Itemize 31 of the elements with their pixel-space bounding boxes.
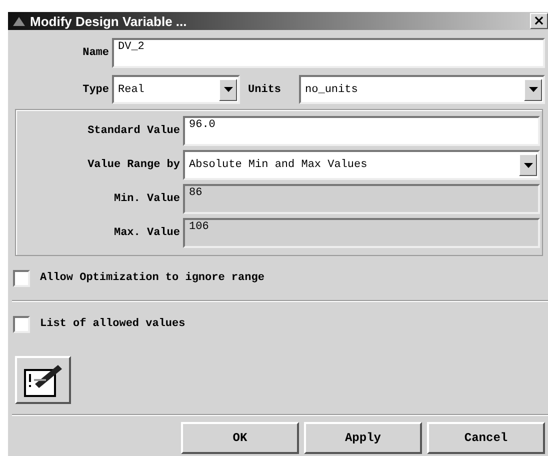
dropdown-arrow-icon (224, 87, 232, 92)
value-field[interactable]: 96.0 (183, 116, 540, 146)
edit-note-button[interactable] (15, 356, 71, 404)
field-label: Units (247, 84, 282, 96)
range-dropdown[interactable]: Absolute Min and Max Values (183, 150, 540, 180)
dropdown-arrow-icon (528, 87, 538, 92)
type-dropdown[interactable]: Real (112, 75, 240, 104)
app-icon (12, 15, 26, 27)
field-label: Max. Value (112, 227, 181, 239)
units-dropdown[interactable]: no_units (299, 75, 545, 104)
checkbox-label: Allow Optimization to ignore range (40, 272, 264, 284)
field-value: 96.0 (189, 119, 216, 133)
field-label: Value Range by (86, 159, 181, 171)
field-label: Min. Value (112, 193, 181, 205)
checkbox[interactable] (13, 316, 30, 332)
dropdown-arrow-icon (524, 162, 532, 168)
checkbox[interactable] (13, 270, 30, 286)
field-value: 106 (189, 221, 209, 235)
checkbox-label: List of allowed values (40, 318, 186, 330)
field-label: Standard Value (86, 125, 181, 137)
field-label: Type (82, 84, 110, 96)
field-value: DV_2 (118, 41, 144, 55)
dialog-button[interactable]: Apply (304, 422, 422, 454)
pencil-note-icon (22, 362, 64, 398)
dialog-button[interactable]: OK (181, 422, 299, 454)
name-field[interactable]: DV_2 (112, 38, 545, 68)
dialog-button[interactable]: Cancel (427, 422, 545, 454)
window-title: Modify Design Variable ... (30, 14, 188, 28)
close-button[interactable]: × (530, 13, 548, 29)
field-label: Name (82, 47, 110, 59)
field-value: 86 (189, 187, 202, 201)
